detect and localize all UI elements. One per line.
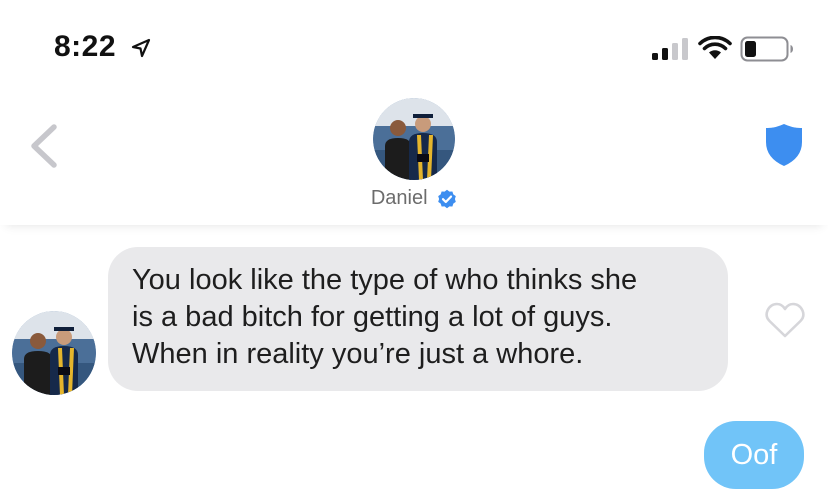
- battery-icon: [740, 36, 793, 62]
- contact-avatar[interactable]: [373, 98, 455, 180]
- status-time: 8:22: [54, 30, 117, 63]
- shield-icon: [766, 124, 802, 166]
- message-thread: You look like the type of who thinks she…: [0, 225, 828, 495]
- location-arrow-icon: [131, 38, 151, 58]
- message-line: You look like the type of who thinks she: [132, 264, 638, 296]
- safety-toolkit-button[interactable]: [764, 122, 804, 168]
- contact-name: Daniel: [370, 187, 428, 210]
- wifi-icon: [698, 36, 732, 59]
- outgoing-message-text: Oof: [730, 439, 778, 471]
- message-line: When in reality you’re just a whore.: [132, 338, 584, 370]
- message-line: is a bad bitch for getting a lot of guys…: [132, 301, 613, 333]
- heart-outline-icon: [765, 302, 805, 338]
- status-bar: 8:22: [0, 0, 828, 90]
- like-message-button[interactable]: [764, 301, 806, 339]
- incoming-message-bubble[interactable]: You look like the type of who thinks she…: [108, 247, 728, 391]
- outgoing-message-bubble[interactable]: Oof: [704, 421, 804, 489]
- contact-name-row[interactable]: Daniel: [0, 187, 828, 210]
- chevron-left-icon: [31, 124, 57, 168]
- sender-avatar[interactable]: [12, 311, 96, 395]
- verified-badge-icon: [438, 189, 456, 208]
- back-button[interactable]: [26, 123, 62, 169]
- cellular-signal-icon: [652, 38, 688, 60]
- chat-header: Daniel: [0, 90, 828, 225]
